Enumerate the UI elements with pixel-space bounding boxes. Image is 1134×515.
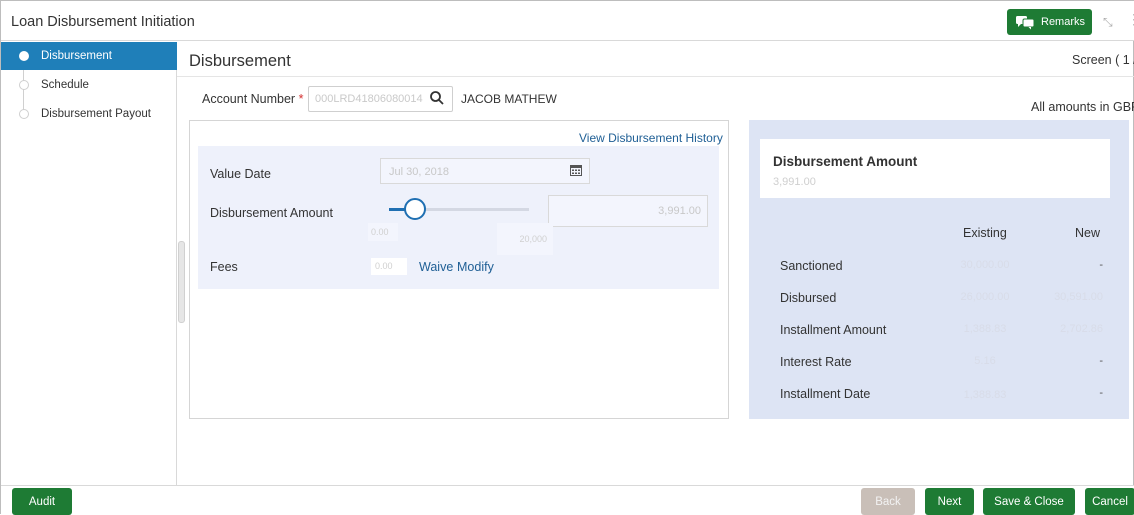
account-number-label-text: Account Number [202,92,296,106]
card-title: Disbursement Amount [773,154,918,169]
row-label-interest-rate: Interest Rate [780,355,852,369]
cancel-button[interactable]: Cancel [1085,488,1134,515]
sidebar-item-disbursement-payout[interactable]: Disbursement Payout [1,100,177,128]
slider-min-value: 0.00 [368,223,398,241]
sidebar: Disbursement Schedule Disbursement Payou… [1,42,177,485]
row-new-value: 30,591.00 [1054,291,1103,303]
view-disbursement-history-link[interactable]: View Disbursement History [579,131,723,145]
app-window: Loan Disbursement Initiation Remarks ⤡ ⋮… [0,0,1134,515]
value-date-field[interactable]: Jul 30, 2018 [380,158,590,184]
row-label-sanctioned: Sanctioned [780,259,843,273]
step-dot-icon [19,51,29,61]
remarks-button[interactable]: Remarks [1007,9,1092,35]
sidebar-item-label: Schedule [41,79,89,91]
row-existing-value: 1,388.83 [963,323,1007,335]
amount-slider-handle[interactable] [404,198,426,220]
fees-label: Fees [210,260,238,274]
screen-indicator: Screen ( 1 / 3 [1072,53,1134,67]
row-label-installment-date: Installment Date [780,387,871,401]
row-existing-value: 26,000.00 [960,291,1010,303]
row-new-value: - [1099,387,1103,399]
chat-icon [1016,16,1035,30]
account-holder-name: JACOB MATHEW [461,92,557,106]
save-close-button[interactable]: Save & Close [983,488,1075,515]
back-button[interactable]: Back [861,488,915,515]
row-existing-value: 30,000.00 [960,259,1010,271]
row-new-value: - [1099,355,1103,367]
row-new-value: 2,702.86 [1060,323,1103,335]
row-existing-value: 1,388.83 [963,389,1007,401]
remarks-label: Remarks [1041,16,1086,28]
app-title: Loan Disbursement Initiation [11,14,195,30]
waive-link[interactable]: Waive [419,260,453,274]
row-label-disbursed: Disbursed [780,291,837,305]
header-bar: Loan Disbursement Initiation [1,1,1134,41]
modify-link[interactable]: Modify [457,260,494,274]
column-header-new: New [1075,226,1101,240]
audit-button[interactable]: Audit [12,488,72,515]
sidebar-resize-handle[interactable] [178,241,185,323]
account-number-label: Account Number * [202,92,303,106]
row-new-value: - [1099,259,1103,271]
card-value: 3,991.00 [773,176,816,188]
sidebar-item-label: Disbursement Payout [41,108,151,120]
more-icon[interactable]: ⋮ [1127,11,1134,28]
row-label-installment-amount: Installment Amount [780,323,887,337]
sidebar-item-schedule[interactable]: Schedule [1,71,177,99]
page-title: Disbursement [189,52,291,70]
value-date-label: Value Date [210,167,271,181]
step-dot-icon [19,80,29,90]
divider [177,76,1134,77]
column-header-existing: Existing [963,226,1007,240]
disbursement-amount-field[interactable]: 3,991.00 [548,195,708,227]
next-button[interactable]: Next [925,488,974,515]
required-marker: * [298,92,304,106]
step-dot-icon [19,109,29,119]
search-icon[interactable] [429,90,445,106]
sidebar-item-label: Disbursement [41,50,112,62]
fees-value: 0.00 [371,258,407,275]
minimize-icon[interactable]: ⤡ [1103,15,1117,29]
sidebar-item-disbursement[interactable]: Disbursement [1,42,177,70]
currency-note: All amounts in GBP [1031,100,1134,114]
slider-max-value: 20,000 [497,223,553,255]
disbursement-amount-label: Disbursement Amount [210,206,333,220]
calendar-icon[interactable] [570,164,582,176]
row-existing-value: 5.16 [974,355,996,367]
